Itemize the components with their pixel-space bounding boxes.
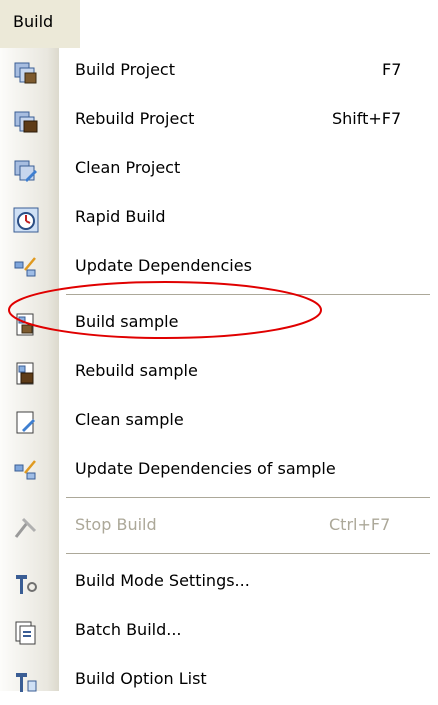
rebuild-project-icon	[14, 111, 38, 133]
menu-item-shortcut: Shift+F7	[332, 109, 402, 128]
menu-item-build-project[interactable]: Build Project F7	[0, 48, 438, 96]
menu-item-batch-build[interactable]: Batch Build...	[0, 608, 438, 656]
menu-item-update-dependencies[interactable]: Update Dependencies	[0, 244, 438, 292]
rebuild-sample-icon	[16, 362, 34, 385]
menu-item-label: Rebuild Project	[75, 109, 195, 128]
menu-item-build-sample[interactable]: Build sample	[0, 300, 438, 348]
menu-item-build-option-list[interactable]: Build Option List	[0, 657, 438, 705]
stop-build-icon	[14, 517, 37, 538]
update-dependencies-sample-icon	[14, 460, 36, 480]
menu-item-stop-build: Stop Build Ctrl+F7	[0, 503, 438, 551]
menu-item-clean-project[interactable]: Clean Project	[0, 146, 438, 194]
menu-item-rebuild-project[interactable]: Rebuild Project Shift+F7	[0, 97, 438, 145]
menu-item-update-dependencies-sample[interactable]: Update Dependencies of sample	[0, 447, 438, 495]
menu-item-clean-sample[interactable]: Clean sample	[0, 398, 438, 446]
menu-item-label: Build sample	[75, 312, 179, 331]
menu-item-label: Rapid Build	[75, 207, 166, 226]
batch-build-icon	[15, 621, 36, 645]
build-mode-settings-icon	[16, 575, 37, 594]
menu-item-shortcut: F7	[382, 60, 402, 79]
menu-separator	[66, 294, 430, 295]
clean-project-icon	[14, 160, 37, 182]
menu-item-label: Build Option List	[75, 669, 207, 688]
menu-item-build-mode-settings[interactable]: Build Mode Settings...	[0, 559, 438, 607]
menu-item-label: Stop Build	[75, 515, 157, 534]
menu-separator	[66, 497, 430, 498]
menu-item-label: Rebuild sample	[75, 361, 198, 380]
menu-item-shortcut: Ctrl+F7	[329, 515, 391, 534]
update-dependencies-icon	[14, 257, 36, 277]
menu-item-label: Update Dependencies	[75, 256, 252, 275]
menu-item-label: Batch Build...	[75, 620, 182, 639]
menu-item-label: Clean sample	[75, 410, 184, 429]
menu-item-rapid-build[interactable]: Rapid Build	[0, 195, 438, 243]
build-menu-title[interactable]: Build	[0, 0, 80, 48]
menu-item-rebuild-sample[interactable]: Rebuild sample	[0, 349, 438, 397]
menu-item-label: Build Mode Settings...	[75, 571, 250, 590]
build-menu: Build Project F7 Rebuild Project Shift+F…	[0, 48, 438, 692]
build-option-list-icon	[16, 673, 37, 692]
build-project-icon	[14, 62, 37, 84]
menu-item-label: Build Project	[75, 60, 175, 79]
menu-item-label: Clean Project	[75, 158, 181, 177]
build-sample-icon	[16, 313, 34, 336]
menu-separator	[66, 553, 430, 554]
menu-item-label: Update Dependencies of sample	[75, 459, 336, 478]
clean-sample-icon	[16, 411, 35, 434]
build-menu-title-label: Build	[13, 12, 54, 31]
rapid-build-icon	[13, 207, 39, 233]
